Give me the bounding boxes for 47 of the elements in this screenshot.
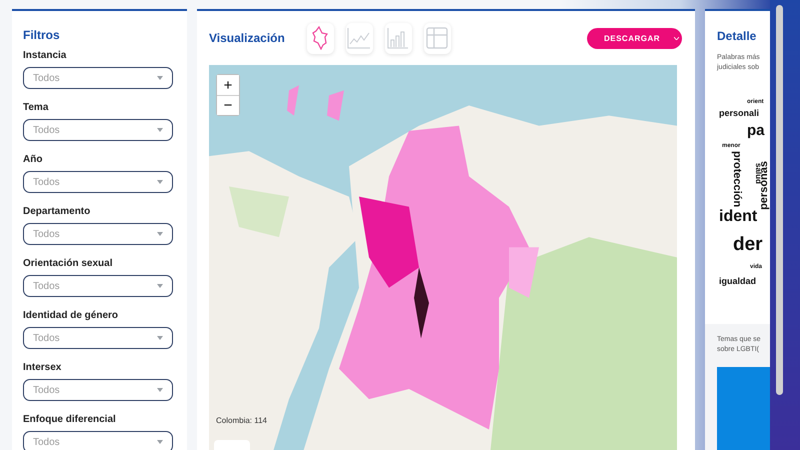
filter-label: Año [23,154,44,165]
zoom-out-button[interactable]: − [217,95,239,115]
caret-icon [157,76,163,80]
select-field[interactable]: Todos [23,67,173,89]
caret-icon [157,440,163,444]
filter-label: Departamento [23,206,92,217]
view-button[interactable] [346,22,373,54]
view-button[interactable] [424,22,451,54]
select-field[interactable]: Todos [23,119,173,141]
filter-label: Enfoque diferencial [23,414,117,425]
caret-icon [157,180,163,184]
filter-label: Identidad de género [23,310,120,321]
panel-title: Detalle [717,29,758,43]
filter-label: Intersex [23,362,62,373]
word-cloud-word: pa [747,123,765,138]
panel-title: Visualización [209,31,285,45]
view-button[interactable] [384,22,412,54]
filter-label: Orientación sexual [23,258,114,269]
caret-icon [157,232,163,236]
word-cloud-word: der [733,235,763,254]
caret-icon [157,336,163,340]
select-field[interactable]: Todos [23,431,173,450]
map-outline-icon [312,26,328,50]
line-chart-icon [347,27,372,49]
scrollbar[interactable] [776,5,783,395]
word-cloud-word: protección [731,151,742,208]
select-field[interactable]: Todos [23,379,173,401]
map-total-label: Colombia: 114 [216,416,267,425]
caret-icon [157,388,163,392]
filter-label: Instancia [23,50,68,61]
table-icon [426,27,448,49]
panel-title: Filtros [23,28,61,42]
bar-chart-icon [387,27,410,49]
view-button[interactable] [306,22,334,54]
select-field[interactable]: Todos [23,327,173,349]
caret-icon [157,128,163,132]
word-cloud-word: salud [754,163,762,184]
select-field[interactable]: Todos [23,223,173,245]
caret-icon [157,284,163,288]
filter-label: Tema [23,102,50,113]
word-cloud-word: personali [719,109,760,118]
word-cloud-word: ident [719,209,758,225]
select-field[interactable]: Todos [23,171,173,193]
word-cloud-word: igualdad [719,277,756,286]
caret-icon [674,36,680,40]
select-field[interactable]: Todos [23,275,173,297]
download-button[interactable]: DESCARGAR [587,28,682,48]
